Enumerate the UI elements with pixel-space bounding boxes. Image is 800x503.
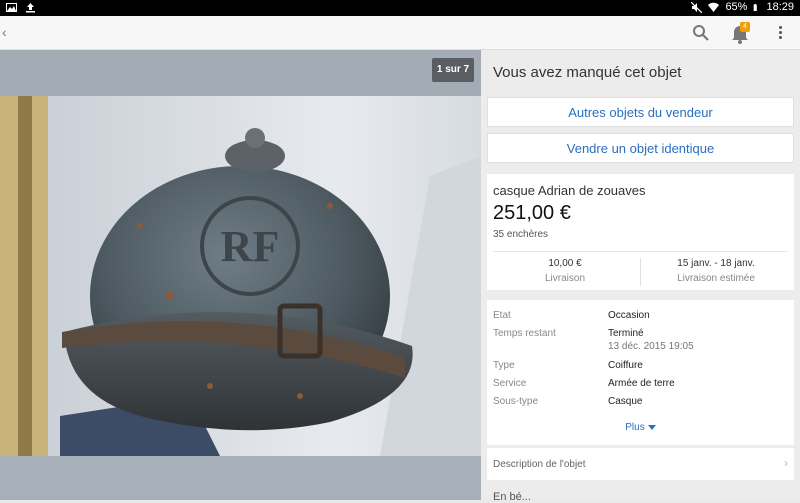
item-details-panel: Vous avez manqué cet objet Autres objets… [481,50,800,503]
item-description-row[interactable]: Description de l'objet › [487,448,794,480]
battery-percent: 65% [725,1,748,13]
more-vert-icon [778,26,782,29]
end-date: 13 déc. 2015 19:05 [608,341,694,352]
sell-similar-button[interactable]: Vendre un objet identique [487,133,794,163]
missed-item-title: Vous avez manqué cet objet [493,64,682,81]
item-title: casque Adrian de zouaves [493,183,646,198]
mute-icon [691,1,703,13]
svg-text:RF: RF [221,222,280,271]
item-summary-card: casque Adrian de zouaves 251,00 € 35 enc… [487,174,794,290]
next-section-label: En bé... [493,491,531,503]
other-items-seller-button[interactable]: Autres objets du vendeur [487,97,794,127]
clock: 18:29 [766,1,794,13]
status-bar: 65% 18:29 [0,0,800,16]
battery-icon [754,3,758,11]
item-photo[interactable]: RF [0,96,481,456]
photo-counter: 1 sur 7 [432,58,474,82]
item-price: 251,00 € [493,202,571,224]
notifications-button[interactable]: 4 [730,22,750,44]
shipping-cost: 10,00 € Livraison [544,258,586,284]
chevron-right-icon: › [784,456,788,470]
more-menu-button[interactable] [775,24,785,42]
estimated-delivery: 15 janv. - 18 janv. Livraison estimée [677,258,755,284]
photo-gallery[interactable]: 1 sur 7 RF [0,50,481,500]
upload-icon [26,3,35,13]
gallery-icon [6,3,17,12]
notification-badge: 4 [740,22,750,32]
search-icon[interactable] [692,24,710,42]
back-button[interactable]: ‹ [2,24,7,40]
wifi-icon [708,2,720,12]
item-specifics-card: Etat Occasion Temps restant Terminé 13 d… [487,300,794,445]
app-bar: ‹ 4 [0,16,800,50]
bid-count: 35 enchères [493,229,549,240]
caret-down-icon [647,424,656,430]
more-details-link[interactable]: Plus [487,422,794,433]
